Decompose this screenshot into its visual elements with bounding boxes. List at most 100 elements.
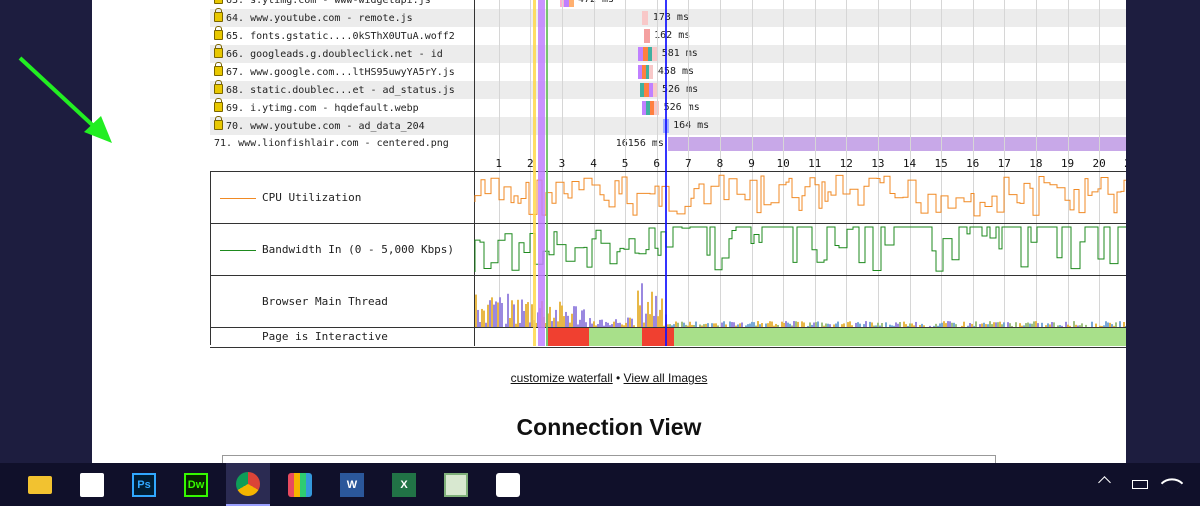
- view-all-images-link[interactable]: View all Images: [624, 371, 708, 385]
- lock-icon: [214, 116, 223, 130]
- request-url: s.ytimg.com - www-widgetapi.js: [250, 0, 431, 6]
- time-axis-tick: 3: [558, 157, 566, 170]
- taskbar-button[interactable]: Dw: [174, 463, 218, 506]
- lock-icon: [214, 8, 223, 22]
- customize-waterfall-link[interactable]: customize waterfall: [511, 371, 613, 385]
- system-tray: [1090, 463, 1200, 506]
- taskbar-button[interactable]: [70, 463, 114, 506]
- dreamweaver-icon: Dw: [184, 472, 208, 497]
- request-number: 67.: [226, 67, 251, 78]
- request-label: 68. static.doublec...et - ad_status.js: [214, 80, 455, 97]
- request-label: 66. googleads.g.doubleclick.net - id: [214, 44, 443, 61]
- request-url: static.doublec...et - ad_status.js: [250, 85, 455, 96]
- request-row[interactable]: 64. www.youtube.com - remote.js 173 ms: [210, 8, 1126, 27]
- request-label: 64. www.youtube.com - remote.js: [214, 8, 413, 25]
- request-number: 70.: [226, 121, 251, 132]
- dropbox-icon: [496, 472, 520, 497]
- request-row[interactable]: 67. www.google.com...ltHS95uwyYA5rY.js 45…: [210, 62, 1126, 81]
- graph-frame: [210, 171, 1126, 345]
- timing-segment: [649, 65, 654, 79]
- time-axis-tick: 5: [621, 157, 629, 170]
- wifi-icon[interactable]: [1160, 471, 1184, 495]
- request-timing-bar[interactable]: [638, 65, 654, 79]
- request-row[interactable]: 65. fonts.gstatic....0kSThX0UTuA.woff2 16…: [210, 26, 1126, 45]
- request-row[interactable]: 63. s.ytimg.com - www-widgetapi.js 472 ms: [210, 0, 1126, 9]
- waterfall-links: customize waterfall • View all Images: [92, 371, 1126, 385]
- time-axis-tick: 4: [590, 157, 597, 170]
- lock-icon: [214, 98, 223, 112]
- word-icon: W: [340, 472, 364, 497]
- link-separator: •: [612, 371, 624, 385]
- request-number: 63.: [226, 0, 251, 6]
- timing-segment: [644, 29, 651, 43]
- lock-icon: [214, 80, 223, 94]
- excel-icon: X: [392, 472, 416, 497]
- request-label: 71. www.lionfishlair.com - centered.png: [214, 137, 449, 150]
- connection-view-table: [222, 455, 996, 463]
- taskbar-button[interactable]: X: [382, 463, 426, 506]
- time-axis-tick: 20: [1092, 157, 1106, 170]
- time-axis-tick: 8: [716, 157, 724, 170]
- request-row[interactable]: 71. www.lionfishlair.com - centered.png 1…: [210, 135, 1126, 153]
- request-number: 65.: [226, 31, 251, 42]
- taskbar-button[interactable]: Ps: [122, 463, 166, 506]
- chevron-up-icon[interactable]: [1098, 476, 1111, 489]
- taskbar-button[interactable]: [434, 463, 478, 506]
- request-timing-bar[interactable]: [640, 83, 658, 97]
- request-label: 69. i.ytimg.com - hqdefault.webp: [214, 98, 419, 115]
- time-axis-tick: 17: [997, 157, 1011, 170]
- request-row[interactable]: 70. www.youtube.com - ad_data_204 164 ms: [210, 116, 1126, 135]
- time-axis-tick: 13: [871, 157, 885, 170]
- request-duration: 472 ms: [578, 0, 614, 6]
- timing-segment: [667, 137, 1126, 151]
- request-row[interactable]: 68. static.doublec...et - ad_status.js 52…: [210, 80, 1126, 99]
- waterfall-chart: 63. s.ytimg.com - www-widgetapi.js 472 ms…: [210, 0, 1126, 348]
- time-axis-tick: 1: [495, 157, 502, 170]
- request-url: i.ytimg.com - hqdefault.webp: [250, 103, 419, 114]
- taskbar-button[interactable]: [278, 463, 322, 506]
- battery-icon[interactable]: [1132, 480, 1148, 489]
- time-axis-tick: 11: [808, 157, 822, 170]
- request-timing-bar[interactable]: [667, 137, 1126, 151]
- lock-icon: [214, 62, 223, 76]
- lock-icon: [214, 26, 223, 40]
- time-axis-tick: 7: [684, 157, 692, 170]
- connection-view-title: Connection View: [516, 414, 702, 440]
- request-row[interactable]: 66. googleads.g.doubleclick.net - id 581 …: [210, 44, 1126, 63]
- request-duration: 164 ms: [673, 120, 710, 131]
- request-label: 67. www.google.com...ltHS95uwyYA5rY.js: [214, 62, 455, 79]
- request-duration: 173 ms: [652, 12, 689, 23]
- lock-icon: [214, 44, 223, 58]
- windows-taskbar: Ps Dw W X: [0, 463, 1200, 506]
- taskbar-button[interactable]: [226, 463, 270, 506]
- time-axis-tick: 18: [1029, 157, 1043, 170]
- request-url: www.youtube.com - ad_data_204: [250, 121, 425, 132]
- time-axis-tick: 16: [966, 157, 980, 170]
- request-duration: 526 ms: [663, 102, 700, 113]
- request-url: googleads.g.doubleclick.net - id: [250, 49, 443, 60]
- time-axis-tick: 14: [902, 157, 917, 170]
- request-timing-bar[interactable]: [638, 47, 658, 61]
- calculator-icon: [288, 472, 312, 497]
- timing-segment: [568, 0, 574, 7]
- request-number: 64.: [226, 13, 251, 24]
- time-axis-tick: 21: [1121, 157, 1126, 170]
- taskbar-button[interactable]: [18, 463, 62, 506]
- request-number: 66.: [226, 49, 251, 60]
- annotation-arrow: [18, 56, 112, 143]
- file-explorer-icon: [28, 475, 52, 494]
- request-timing-bar[interactable]: [642, 11, 649, 25]
- taskbar-button[interactable]: W: [330, 463, 374, 506]
- request-duration: 526 ms: [662, 84, 699, 95]
- request-url: fonts.gstatic....0kSThX0UTuA.woff2: [250, 31, 455, 42]
- request-row[interactable]: 69. i.ytimg.com - hqdefault.webp 526 ms: [210, 98, 1126, 117]
- store-icon: [80, 472, 104, 497]
- request-duration: 162 ms: [654, 30, 691, 41]
- webpagetest-page: 63. s.ytimg.com - www-widgetapi.js 472 ms…: [92, 0, 1126, 463]
- photoshop-icon: Ps: [132, 472, 156, 497]
- taskbar-button[interactable]: [486, 463, 530, 506]
- request-number: 68.: [226, 85, 251, 96]
- chrome-icon: [236, 471, 260, 496]
- request-duration: 581 ms: [661, 48, 698, 59]
- request-timing-bar[interactable]: [644, 29, 651, 43]
